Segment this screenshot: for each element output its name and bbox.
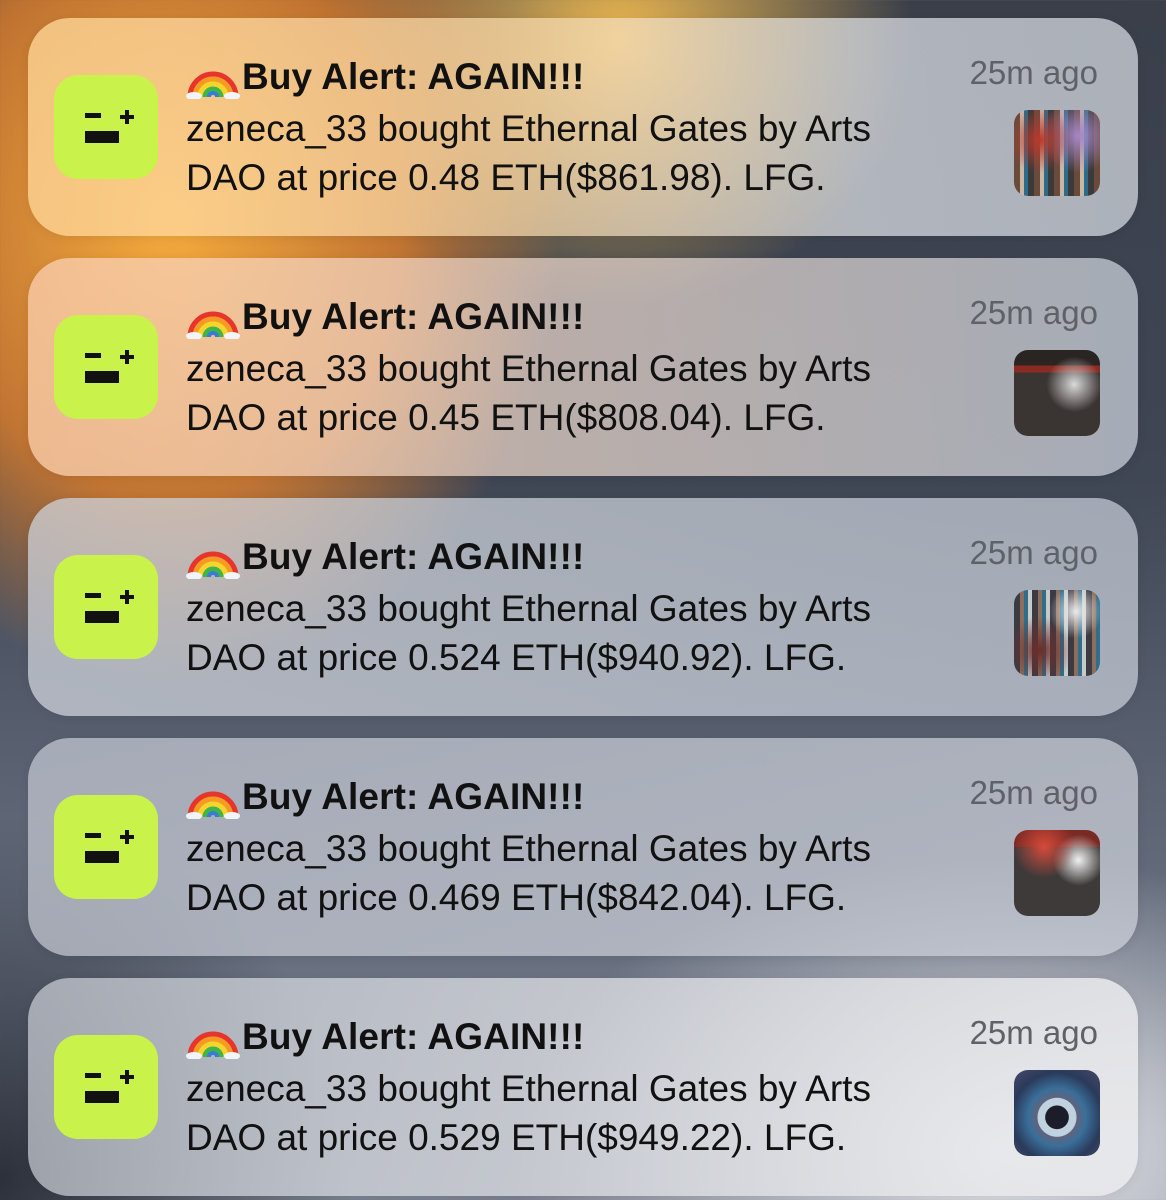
notification-body-line-1: zeneca_33 bought Ethernal Gates by Arts <box>186 108 871 149</box>
notification-body-line-2: DAO at price 0.469 ETH($842.04). LFG. <box>186 877 847 918</box>
notification-card[interactable]: Buy Alert: AGAIN!!! 25m ago zeneca_33 bo… <box>28 978 1138 1196</box>
notification-card[interactable]: Buy Alert: AGAIN!!! 25m ago zeneca_33 bo… <box>28 18 1138 236</box>
notification-body-line-1: zeneca_33 bought Ethernal Gates by Arts <box>186 348 871 389</box>
notification-time: 25m ago <box>969 294 1098 331</box>
app-icon <box>54 315 158 419</box>
notification-time: 25m ago <box>969 1014 1098 1051</box>
notification-title-row: Buy Alert: AGAIN!!! <box>186 532 584 582</box>
notification-card[interactable]: Buy Alert: AGAIN!!! 25m ago zeneca_33 bo… <box>28 738 1138 956</box>
notification-body-line-2: DAO at price 0.524 ETH($940.92). LFG. <box>186 637 847 678</box>
rainbow-emoji-icon <box>186 311 240 339</box>
notification-title: Buy Alert: AGAIN!!! <box>242 536 585 577</box>
nft-thumbnail <box>1014 830 1100 916</box>
notification-time: 25m ago <box>969 54 1098 91</box>
nft-thumbnail <box>1014 350 1100 436</box>
rainbow-emoji-icon <box>186 71 240 99</box>
notification-title-row: Buy Alert: AGAIN!!! <box>186 1012 584 1062</box>
rainbow-emoji-icon <box>186 551 240 579</box>
rainbow-emoji-icon <box>186 791 240 819</box>
notification-card[interactable]: Buy Alert: AGAIN!!! 25m ago zeneca_33 bo… <box>28 498 1138 716</box>
nft-thumbnail <box>1014 1070 1100 1156</box>
notification-stack: Buy Alert: AGAIN!!! 25m ago zeneca_33 bo… <box>28 18 1138 1200</box>
notification-title-row: Buy Alert: AGAIN!!! <box>186 772 584 822</box>
notification-title: Buy Alert: AGAIN!!! <box>242 296 585 337</box>
notification-time: 25m ago <box>969 774 1098 811</box>
notification-body-line-2: DAO at price 0.529 ETH($949.22). LFG. <box>186 1117 847 1158</box>
app-icon <box>54 795 158 899</box>
app-icon <box>54 75 158 179</box>
notification-title: Buy Alert: AGAIN!!! <box>242 776 585 817</box>
notification-body-line-1: zeneca_33 bought Ethernal Gates by Arts <box>186 828 871 869</box>
app-icon <box>54 555 158 659</box>
nft-thumbnail <box>1014 590 1100 676</box>
notification-card[interactable]: Buy Alert: AGAIN!!! 25m ago zeneca_33 bo… <box>28 258 1138 476</box>
notification-body-line-2: DAO at price 0.45 ETH($808.04). LFG. <box>186 397 826 438</box>
notification-title: Buy Alert: AGAIN!!! <box>242 56 585 97</box>
notification-title-row: Buy Alert: AGAIN!!! <box>186 292 584 342</box>
notification-time: 25m ago <box>969 534 1098 571</box>
notification-title-row: Buy Alert: AGAIN!!! <box>186 52 584 102</box>
notification-body-line-1: zeneca_33 bought Ethernal Gates by Arts <box>186 1068 871 1109</box>
nft-thumbnail <box>1014 110 1100 196</box>
rainbow-emoji-icon <box>186 1031 240 1059</box>
notification-body-line-2: DAO at price 0.48 ETH($861.98). LFG. <box>186 157 826 198</box>
notification-body-line-1: zeneca_33 bought Ethernal Gates by Arts <box>186 588 871 629</box>
app-icon <box>54 1035 158 1139</box>
notification-title: Buy Alert: AGAIN!!! <box>242 1016 585 1057</box>
